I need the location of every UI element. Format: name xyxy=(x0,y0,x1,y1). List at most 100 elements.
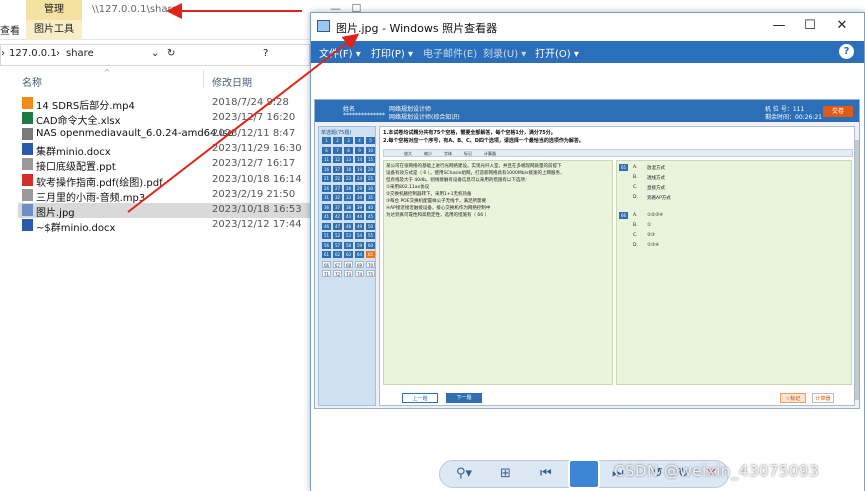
question-number-cell: 70 xyxy=(366,260,375,268)
question-number-cell: 69 xyxy=(355,260,364,268)
question-number-cell: 28 xyxy=(344,184,353,192)
menu-email[interactable]: 电子邮件(E) xyxy=(423,45,477,60)
question-number-cell: 55 xyxy=(366,232,375,239)
question-number-cell: 68 xyxy=(344,260,353,268)
question-number-cell: 48 xyxy=(344,222,353,230)
doc-icon xyxy=(22,158,33,171)
file-row[interactable]: 图片.jpg 2023/10/18 16:53 xyxy=(18,203,310,219)
question-number-cell: 13 xyxy=(344,156,353,163)
tool-zoom-in: 放大 xyxy=(404,151,412,156)
actual-size-icon[interactable]: ⊞ xyxy=(500,466,511,481)
column-header-date[interactable]: 修改日期 xyxy=(212,74,252,89)
question-number-cell: 73 xyxy=(344,270,353,277)
mark-question-button: ☆标记 xyxy=(780,393,806,403)
menu-print[interactable]: 打印(P) ▾ xyxy=(371,45,413,60)
question-number-cell: 38 xyxy=(344,203,353,211)
question-number-cell: 66 xyxy=(322,260,331,268)
zoom-icon[interactable]: ⚲▾ xyxy=(456,466,472,481)
column-divider[interactable] xyxy=(203,70,204,88)
pdf-icon xyxy=(22,173,33,186)
question-number-cell: 49 xyxy=(355,222,364,230)
maximize-button[interactable]: ☐ xyxy=(795,18,825,33)
option-text: ①③④ xyxy=(647,243,660,248)
question-number-cell: 58 xyxy=(344,241,353,249)
question-number-cell: 46 xyxy=(322,222,331,230)
question-number-cell: 52 xyxy=(333,232,342,239)
viewer-menubar: 文件(F) ▾ 打印(P) ▾ 电子邮件(E) 刻录(U) ▾ 打开(O) ▾ … xyxy=(311,41,864,63)
refresh-icon[interactable]: ↻ xyxy=(167,48,175,59)
breadcrumb-host[interactable]: 127.0.0.1 xyxy=(9,48,57,59)
question-number-cell: 6 xyxy=(322,146,331,154)
exam-footer: 上一题 下一题 ☆标记 计算器 xyxy=(380,389,854,405)
file-name: 软考操作指南.pdf(绘图).pdf xyxy=(36,177,163,189)
next-question-button: 下一题 xyxy=(446,393,482,403)
question-number-cell: 40 xyxy=(366,203,375,211)
stem-line: ②交换机删控制器转下，采用1+1无机热备 xyxy=(386,192,472,197)
question-number-cell: 54 xyxy=(355,232,364,239)
tab-manage[interactable]: 管理 xyxy=(26,0,82,20)
menu-burn[interactable]: 刻录(U) ▾ xyxy=(483,45,526,60)
exam-time: 剩余时间：00:26:21 xyxy=(765,114,822,121)
file-date: 2023/2/19 21:50 xyxy=(212,188,296,200)
option-text: 透线方式 xyxy=(647,176,665,181)
question-number-cell: 15 xyxy=(366,156,375,163)
question-number-cell: 74 xyxy=(355,270,364,277)
tab-view[interactable]: 查看 xyxy=(0,22,20,37)
help-icon[interactable]: ? xyxy=(839,44,854,59)
file-name: CAD命令大全.xlsx xyxy=(36,116,121,128)
question-number-cell: 72 xyxy=(333,270,342,277)
minimize-button[interactable]: — xyxy=(764,18,794,33)
tool-zoom-out: 缩小 xyxy=(424,151,432,156)
menu-file[interactable]: 文件(F) ▾ xyxy=(319,45,361,60)
close-button[interactable]: ✕ xyxy=(827,18,857,33)
tab-picture-tools[interactable]: 图片工具 xyxy=(26,20,82,40)
file-date: 2023/12/7 16:17 xyxy=(212,158,296,170)
instruction-1: 1.本试卷均试题分共有75个空格，需要全部解答，每个空格1分，满分75分。 xyxy=(383,130,556,136)
image-canvas: 姓名 ************** 网络规划设计师 网络规划设计师(综合知识) … xyxy=(311,63,864,456)
file-row[interactable]: 三月里的小雨-音频.mp3 2023/2/19 21:50 xyxy=(18,188,310,204)
stem-line: 为达到真可靠性和高稳定性，选用的措施有（ 66 ） xyxy=(386,213,490,218)
slideshow-button[interactable] xyxy=(568,459,600,489)
file-name: 接口底级配置.ppt xyxy=(36,162,116,174)
menu-open[interactable]: 打开(O) ▾ xyxy=(535,45,579,60)
question-panel: 1.本试卷均试题分共有75个空格，需要全部解答，每个空格1分，满分75分。 2.… xyxy=(379,126,855,406)
option-letter: C. xyxy=(633,185,638,190)
question-number-cell: 51 xyxy=(322,232,331,239)
question-number-cell: 41 xyxy=(322,213,331,220)
file-row[interactable]: 集群minio.docx 2023/11/29 16:30 xyxy=(18,142,310,158)
file-name: ~$群minio.docx xyxy=(36,223,116,235)
question-number-cell: 19 xyxy=(355,165,364,173)
file-row[interactable]: 14 SDRS后部分.mp4 2018/7/24 9:28 xyxy=(18,96,310,112)
sort-caret-icon: ^ xyxy=(104,68,111,77)
question-number-cell: 33 xyxy=(344,194,353,201)
exam-name-value: ************** xyxy=(343,112,385,119)
tool-calculator: 计算器 xyxy=(484,151,496,156)
address-bar[interactable]: › 127.0.0.1 › share ⌄ ↻ ? xyxy=(0,44,310,66)
answer-option: 65 A. 放混方式 xyxy=(617,164,851,172)
question-number-cell: 2 xyxy=(333,137,342,144)
file-row[interactable]: ~$群minio.docx 2023/12/12 17:44 xyxy=(18,218,310,235)
help-icon[interactable]: ? xyxy=(263,48,268,59)
question-number-cell: 50 xyxy=(366,222,375,230)
file-row[interactable]: CAD命令大全.xlsx 2023/12/7 16:20 xyxy=(18,111,310,128)
file-row[interactable]: NAS openmediavault_6.0.24-amd64.iso 2023/… xyxy=(18,127,310,142)
breadcrumb-share[interactable]: share xyxy=(66,48,94,59)
excel-icon xyxy=(22,112,33,125)
question-number-cell: 75 xyxy=(366,270,375,277)
question-number-cell: 26 xyxy=(322,184,331,192)
previous-icon[interactable]: ⏮ xyxy=(540,466,552,481)
file-row[interactable]: 接口底级配置.ppt 2023/12/7 16:17 xyxy=(18,157,310,174)
question-number-cell: 42 xyxy=(333,213,342,220)
column-header-name[interactable]: 名称 xyxy=(22,74,42,89)
question-number-cell: 17 xyxy=(333,165,342,173)
file-row[interactable]: 软考操作指南.pdf(绘图).pdf 2023/10/18 16:14 xyxy=(18,173,310,189)
address-dropdown-icon[interactable]: ⌄ xyxy=(151,48,159,59)
question-navigator: 单选题(75题) 1 2 3 4 5 6 7 8 9 10 11 12 13 14 15 16 17 18 19 20… xyxy=(318,126,376,406)
exam-screenshot: 姓名 ************** 网络规划设计师 网络规划设计师(综合知识) … xyxy=(314,99,860,409)
question-number-cell: 20 xyxy=(366,165,375,173)
audio-icon xyxy=(22,188,33,201)
file-date: 2018/7/24 9:28 xyxy=(212,97,289,108)
question-number-cell: 56 xyxy=(322,241,331,249)
question-number-cell: 37 xyxy=(333,203,342,211)
question-number-cell: 11 xyxy=(322,156,331,163)
